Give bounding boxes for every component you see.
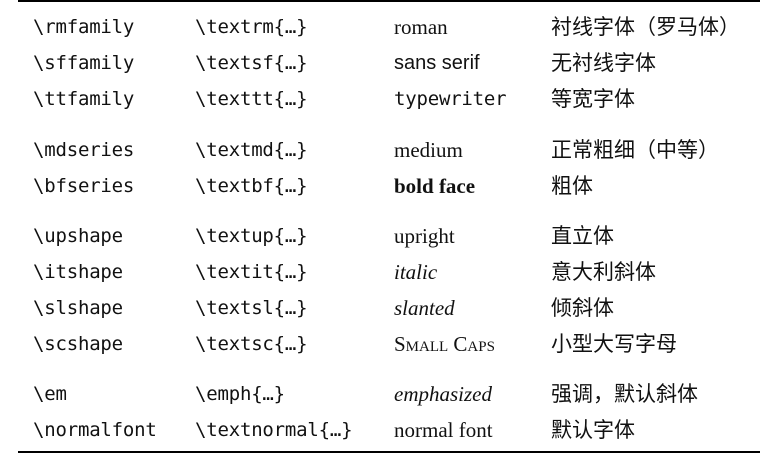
sample-cell: medium [394,138,463,162]
text-command-cell: \textrm{…} [195,16,308,38]
text-command-cell: \texttt{…} [195,88,308,110]
text-command-cell: \textnormal{…} [195,419,353,441]
command-cell: \bfseries [33,175,135,197]
sample-cell: upright [394,224,455,248]
table-row-bfseries: \bfseries \textbf{…} bold face 粗体 [18,170,760,202]
command-cell: \normalfont [33,419,157,441]
command-cell: \scshape [33,333,123,355]
sample-cell: normal font [394,418,493,442]
sample-cell: roman [394,15,448,39]
description-cell: 正常粗细（中等） [551,138,719,162]
description-cell: 小型大写字母 [551,332,677,356]
command-cell: \rmfamily [33,16,135,38]
command-cell: \itshape [33,261,123,283]
command-cell: \em [33,383,67,405]
description-cell: 默认字体 [551,418,635,442]
text-command-cell: \textsf{…} [195,52,308,74]
table-row-sffamily: \sffamily \textsf{…} sans serif 无衬线字体 [18,47,760,79]
command-cell: \slshape [33,297,123,319]
text-command-cell: \emph{…} [195,383,285,405]
font-commands-table: \rmfamily \textrm{…} roman 衬线字体（罗马体） \sf… [18,0,760,454]
sample-cell: typewriter [394,88,507,110]
description-cell: 衬线字体（罗马体） [551,15,740,39]
sample-cell: sans serif [394,52,480,74]
text-command-cell: \textup{…} [195,225,308,247]
top-rule [18,0,760,2]
sample-cell: italic [394,260,438,284]
sample-cell: Small Caps [394,332,495,356]
command-cell: \mdseries [33,139,135,161]
text-command-cell: \textit{…} [195,261,308,283]
table-row-mdseries: \mdseries \textmd{…} medium 正常粗细（中等） [18,134,760,166]
text-command-cell: \textbf{…} [195,175,308,197]
table-row-em: \em \emph{…} emphasized 强调，默认斜体 [18,378,760,410]
sample-cell: bold face [394,174,476,198]
table-row-rmfamily: \rmfamily \textrm{…} roman 衬线字体（罗马体） [18,11,760,43]
description-cell: 无衬线字体 [551,51,656,75]
description-cell: 倾斜体 [551,296,614,320]
table-row-upshape: \upshape \textup{…} upright 直立体 [18,220,760,252]
sample-cell: slanted [394,296,455,320]
description-cell: 意大利斜体 [551,260,656,284]
command-cell: \sffamily [33,52,135,74]
description-cell: 粗体 [551,174,593,198]
text-command-cell: \textmd{…} [195,139,308,161]
description-cell: 直立体 [551,224,614,248]
table-row-itshape: \itshape \textit{…} italic 意大利斜体 [18,256,760,288]
command-cell: \ttfamily [33,88,135,110]
table-row-slshape: \slshape \textsl{…} slanted 倾斜体 [18,292,760,324]
table-row-scshape: \scshape \textsc{…} Small Caps 小型大写字母 [18,328,760,360]
description-cell: 强调，默认斜体 [551,382,698,406]
table-row-normalfont: \normalfont \textnormal{…} normal font 默… [18,414,760,446]
sample-cell: emphasized [394,382,492,406]
description-cell: 等宽字体 [551,87,635,111]
text-command-cell: \textsc{…} [195,333,308,355]
command-cell: \upshape [33,225,123,247]
table-row-ttfamily: \ttfamily \texttt{…} typewriter 等宽字体 [18,83,760,115]
bottom-rule [18,451,760,453]
text-command-cell: \textsl{…} [195,297,308,319]
